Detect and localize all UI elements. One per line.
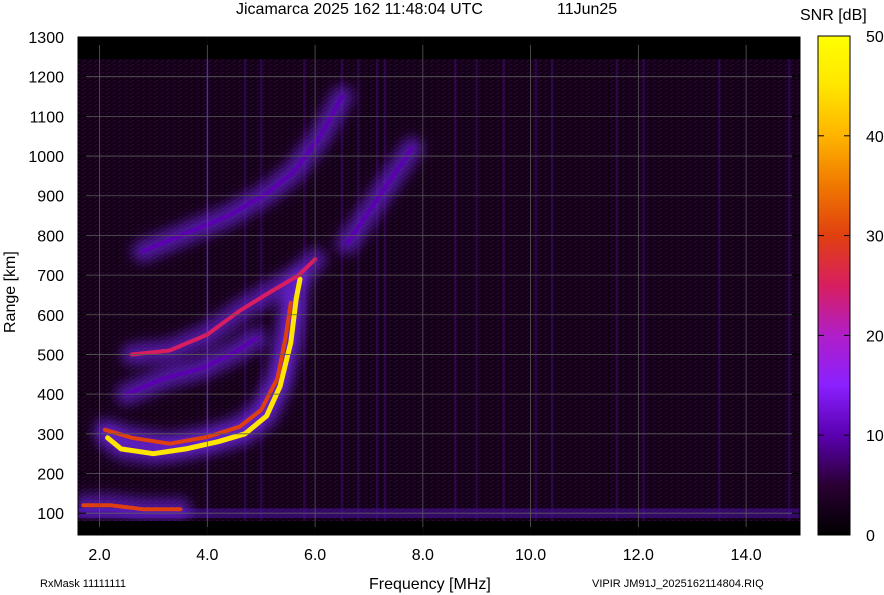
- interference-band: [243, 59, 247, 521]
- interference-band: [453, 59, 457, 521]
- colorbar-tick-label: 10: [866, 428, 884, 445]
- colorbar-label: SNR [dB]: [800, 7, 867, 24]
- interference-band: [717, 59, 721, 521]
- interference-band: [642, 59, 645, 521]
- y-tick-label: 1200: [28, 70, 64, 87]
- interference-band: [375, 59, 379, 521]
- y-tick-label: 900: [37, 189, 64, 206]
- interference-band: [475, 59, 478, 521]
- y-tick-label: 500: [37, 347, 64, 364]
- colorbar-tick-label: 40: [866, 129, 884, 146]
- colorbar-tick-label: 0: [866, 528, 875, 545]
- chart-title: Jicamarca 2025 162 11:48:04 UTC: [236, 1, 483, 18]
- interference-band: [534, 59, 538, 521]
- interference-band: [340, 59, 344, 521]
- y-tick-label: 100: [37, 506, 64, 523]
- y-tick-label: 800: [37, 228, 64, 245]
- colorbar-tick-label: 20: [866, 328, 884, 345]
- y-axis-label: Range [km]: [2, 251, 19, 333]
- x-tick-label: 10.0: [515, 547, 546, 564]
- interference-band: [615, 59, 619, 521]
- y-tick-label: 600: [37, 308, 64, 325]
- y-tick-label: 1100: [30, 109, 65, 126]
- colorbar-tick-label: 30: [866, 229, 884, 246]
- x-axis-label: Frequency [MHz]: [369, 576, 491, 593]
- y-tick-label: 300: [37, 427, 64, 444]
- colorbar-tick-label: 50: [866, 29, 884, 46]
- ionogram-figure: { "figure": { "title": "Jicamarca 2025 1…: [0, 0, 884, 595]
- x-tick-label: 6.0: [304, 547, 326, 564]
- interference-band: [356, 59, 360, 521]
- x-tick-label: 14.0: [731, 547, 762, 564]
- interference-band: [502, 59, 505, 521]
- interference-band: [550, 59, 554, 521]
- data-file-label: VIPIR JM91J_2025162114804.RIQ: [592, 578, 764, 590]
- x-tick-label: 8.0: [412, 547, 434, 564]
- x-tick-label: 4.0: [196, 547, 218, 564]
- x-tick-label: 12.0: [623, 547, 654, 564]
- y-tick-label: 700: [37, 268, 64, 285]
- y-tick-label: 400: [37, 387, 64, 404]
- chart-date: 11Jun25: [557, 1, 617, 18]
- y-tick-label: 1300: [28, 30, 64, 47]
- ionogram-chart: 2.0 4.0 6.0 8.0 10.0 12.0 14.0 100200300400500…: [2, 1, 884, 593]
- colorbar: [817, 35, 851, 536]
- interference-band: [788, 59, 791, 521]
- y-tick-label: 200: [37, 466, 64, 483]
- rx-mask-label: RxMask 11111111: [40, 578, 126, 590]
- x-tick-label: 2.0: [88, 547, 110, 564]
- y-tick-label: 1000: [28, 149, 64, 166]
- interference-band: [383, 59, 387, 521]
